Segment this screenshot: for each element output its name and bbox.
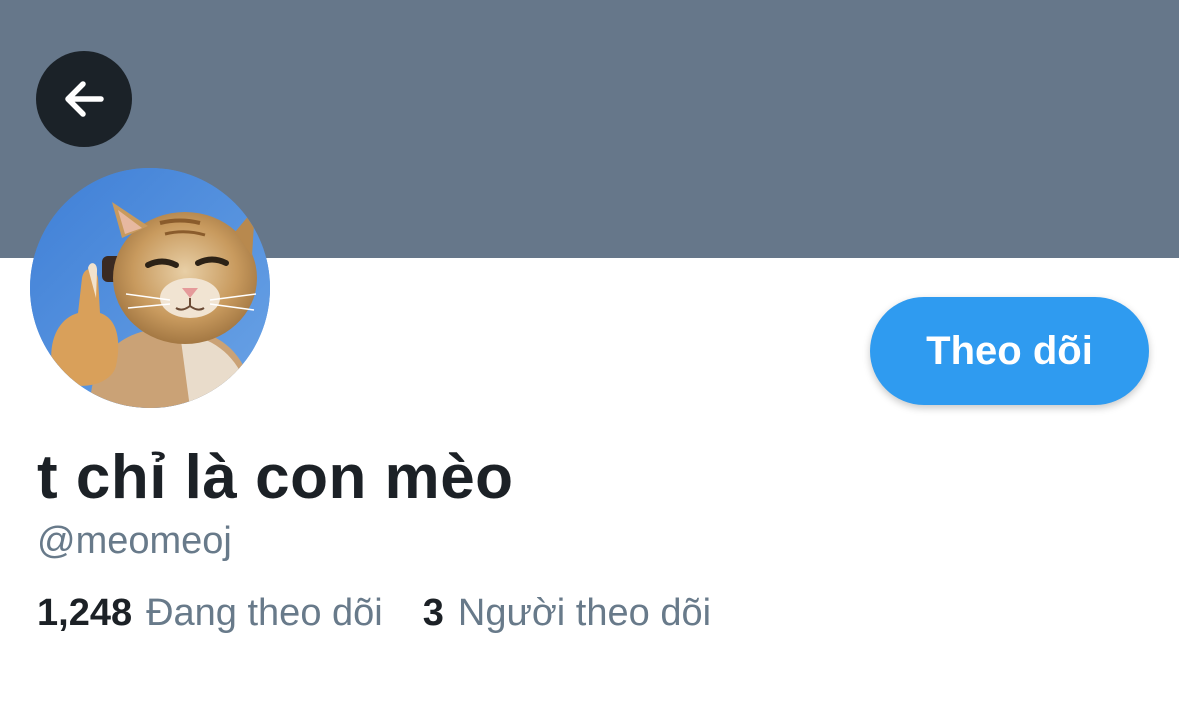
followers-stat-link[interactable]: 3 Người theo dõi [423, 592, 711, 635]
followers-label: Người theo dõi [457, 592, 712, 634]
following-count: 1,248 [37, 592, 133, 634]
following-stat-link[interactable]: 1,248 Đang theo dõi [37, 592, 383, 635]
followers-count: 3 [422, 592, 444, 634]
profile-display-name: t chỉ là con mèo [37, 443, 514, 512]
arrow-left-icon [65, 81, 104, 117]
avatar[interactable] [30, 168, 270, 408]
follow-button[interactable]: Theo dõi [870, 297, 1149, 405]
profile-stats: 1,248 Đang theo dõi 3 Người theo dõi [37, 592, 711, 635]
following-label: Đang theo dõi [146, 592, 383, 634]
profile-handle: @meomeoj [37, 520, 232, 562]
cat-avatar-image [30, 168, 270, 408]
back-button[interactable] [36, 51, 132, 147]
